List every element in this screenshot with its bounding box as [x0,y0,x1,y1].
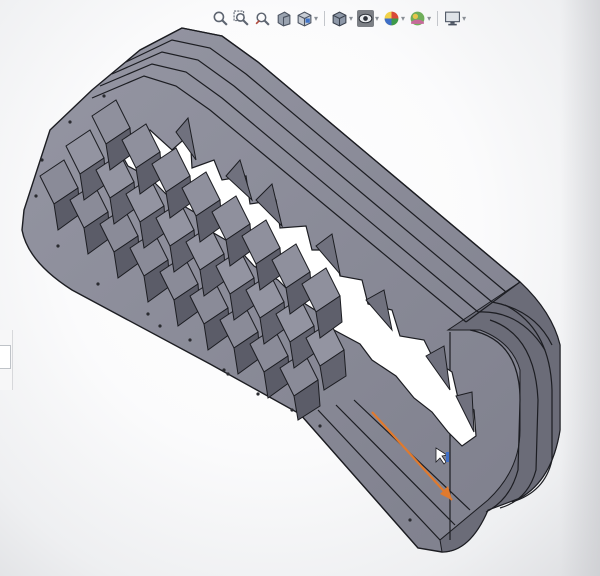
tank-track-3d-model[interactable] [0,0,600,576]
